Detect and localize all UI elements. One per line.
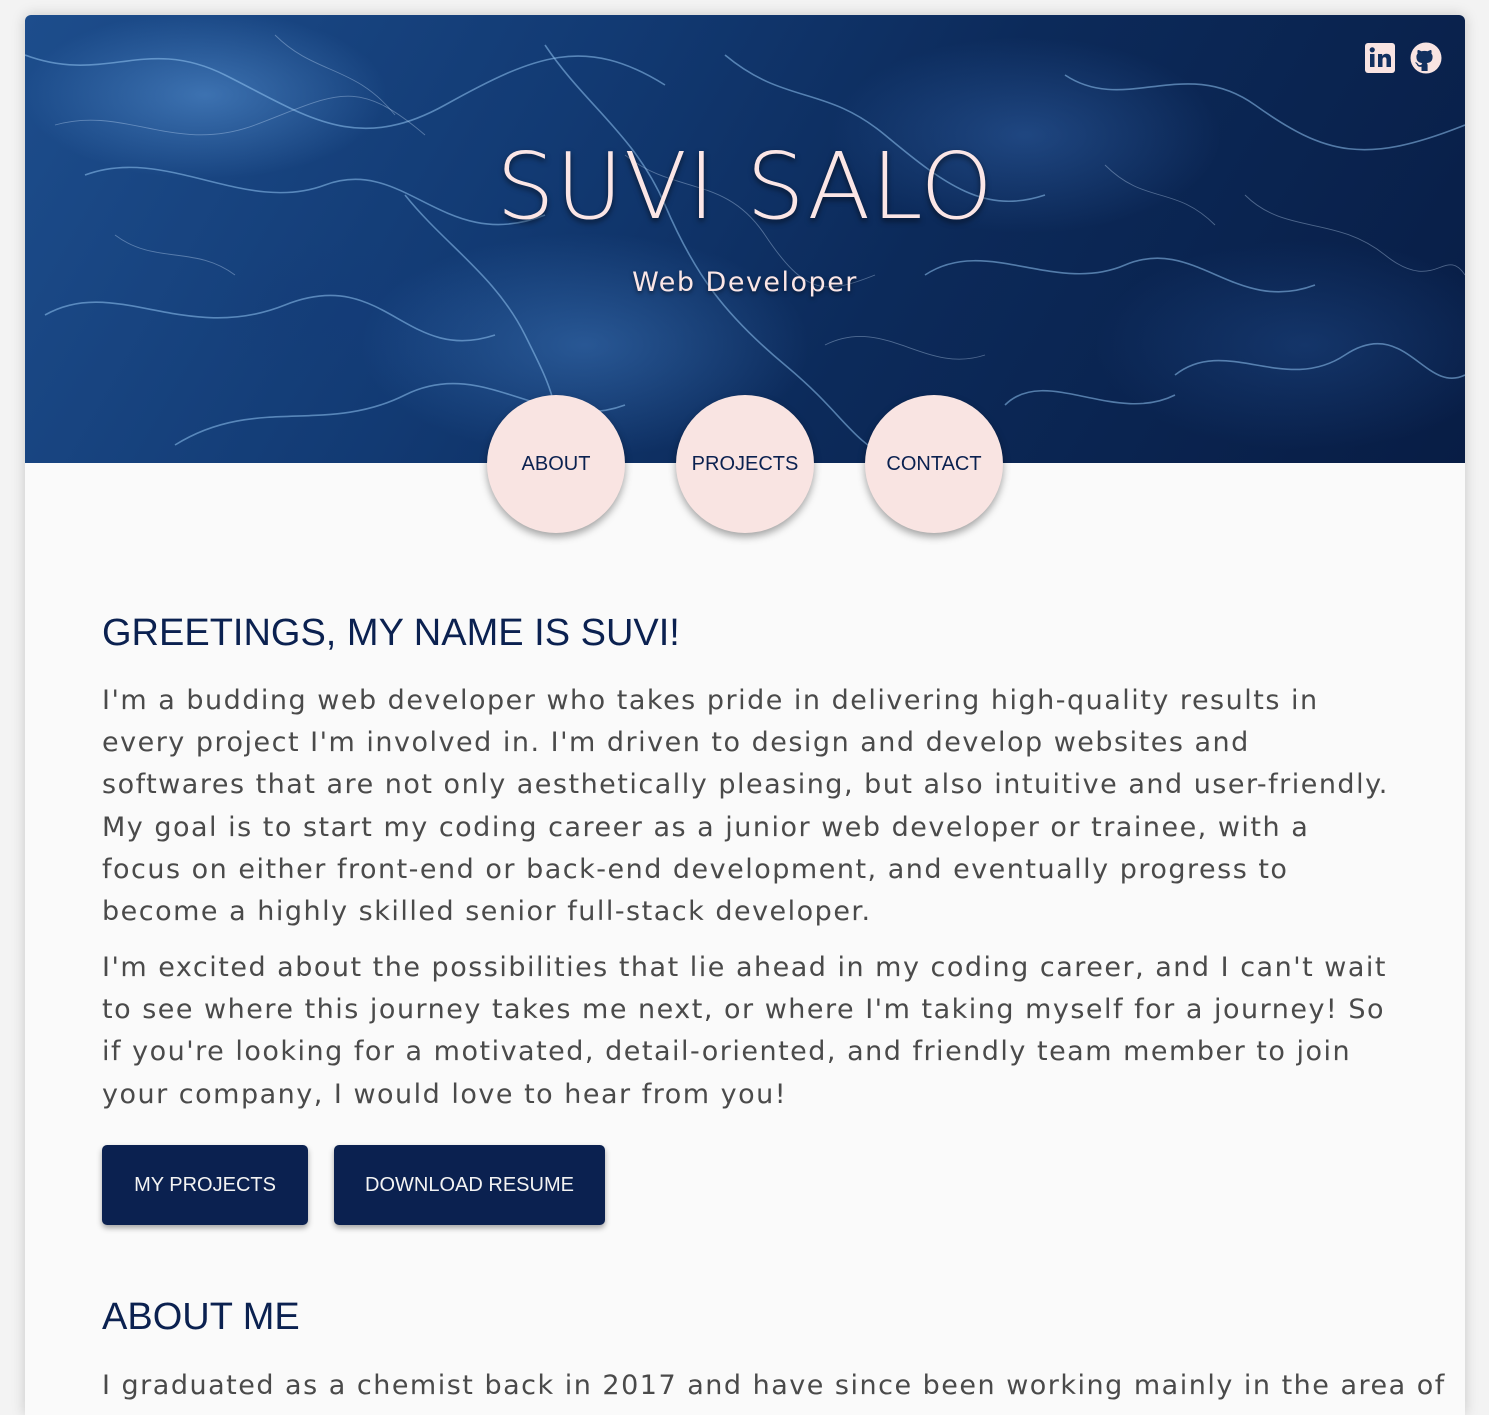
site-tagline: Web Developer bbox=[632, 267, 858, 298]
nav-projects[interactable]: PROJECTS bbox=[676, 395, 814, 533]
social-links bbox=[1363, 41, 1443, 75]
intro-paragraph: I'm a budding web developer who takes pr… bbox=[102, 685, 1389, 928]
nav-contact[interactable]: CONTACT bbox=[865, 395, 1003, 533]
download-resume-button[interactable]: DOWNLOAD RESUME bbox=[334, 1145, 605, 1225]
my-projects-button[interactable]: MY PROJECTS bbox=[102, 1145, 308, 1225]
nav-about[interactable]: ABOUT bbox=[487, 395, 625, 533]
linkedin-icon[interactable] bbox=[1363, 41, 1397, 75]
github-icon[interactable] bbox=[1409, 41, 1443, 75]
page: SUVI SALO Web Developer ABOUT PROJECTS C… bbox=[25, 15, 1465, 1415]
about-heading: ABOUT ME bbox=[102, 1296, 300, 1338]
greeting-heading: GREETINGS, MY NAME IS SUVI! bbox=[102, 612, 680, 654]
site-title: SUVI SALO bbox=[496, 133, 994, 240]
about-paragraph: I graduated as a chemist back in 2017 an… bbox=[102, 1370, 1446, 1401]
intro-paragraph-2: I'm excited about the possibilities that… bbox=[102, 952, 1387, 1110]
